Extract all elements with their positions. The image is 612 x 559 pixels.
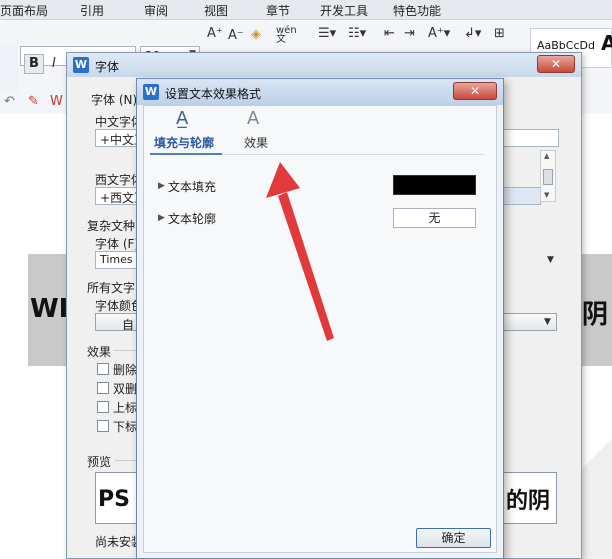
arrow-head	[266, 162, 300, 198]
annotation-arrow	[266, 162, 334, 341]
arrow-shaft	[278, 192, 334, 341]
